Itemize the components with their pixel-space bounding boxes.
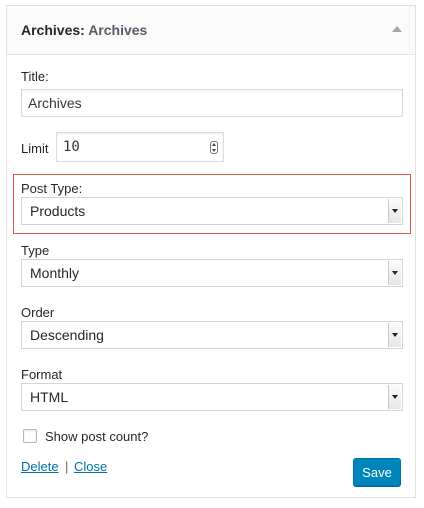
widget-title-prefix: Archives:	[21, 22, 85, 38]
order-select[interactable]: Descending	[21, 321, 403, 349]
post-type-label: Post Type:	[21, 181, 83, 196]
type-select[interactable]: Monthly	[21, 259, 403, 287]
widget-title: Archives: Archives	[21, 22, 147, 38]
dropdown-arrow-icon	[388, 323, 401, 347]
title-input-value: Archives	[28, 95, 82, 111]
limit-label: Limit	[21, 141, 49, 156]
action-separator: |	[65, 459, 69, 474]
dropdown-arrow-icon	[388, 199, 401, 223]
collapse-toggle-icon[interactable]	[392, 26, 402, 32]
title-input[interactable]: Archives	[21, 89, 403, 117]
post-type-value: Products	[30, 203, 86, 219]
type-value: Monthly	[30, 265, 80, 281]
title-label: Title:	[21, 69, 49, 84]
show-post-count-label[interactable]: Show post count?	[45, 429, 148, 444]
show-post-count-checkbox[interactable]	[23, 429, 37, 443]
type-label: Type	[21, 243, 50, 258]
archives-widget: Archives: Archives Title: Archives Limit…	[6, 5, 416, 498]
dropdown-arrow-icon	[388, 261, 401, 285]
order-value: Descending	[30, 327, 104, 343]
format-label: Format	[21, 367, 63, 382]
delete-link[interactable]: Delete	[21, 459, 59, 474]
order-label: Order	[21, 305, 55, 320]
close-link[interactable]: Close	[74, 459, 107, 474]
stepper-icon[interactable]	[210, 141, 218, 154]
widget-header[interactable]: Archives: Archives	[7, 6, 415, 55]
post-type-select[interactable]: Products	[21, 197, 403, 225]
save-button[interactable]: Save	[353, 458, 401, 486]
limit-input-value: 10	[63, 139, 80, 155]
widget-title-instance: Archives	[88, 22, 148, 38]
format-select[interactable]: HTML	[21, 383, 403, 411]
dropdown-arrow-icon	[388, 385, 401, 409]
format-value: HTML	[30, 389, 69, 405]
limit-input[interactable]: 10	[56, 132, 224, 162]
